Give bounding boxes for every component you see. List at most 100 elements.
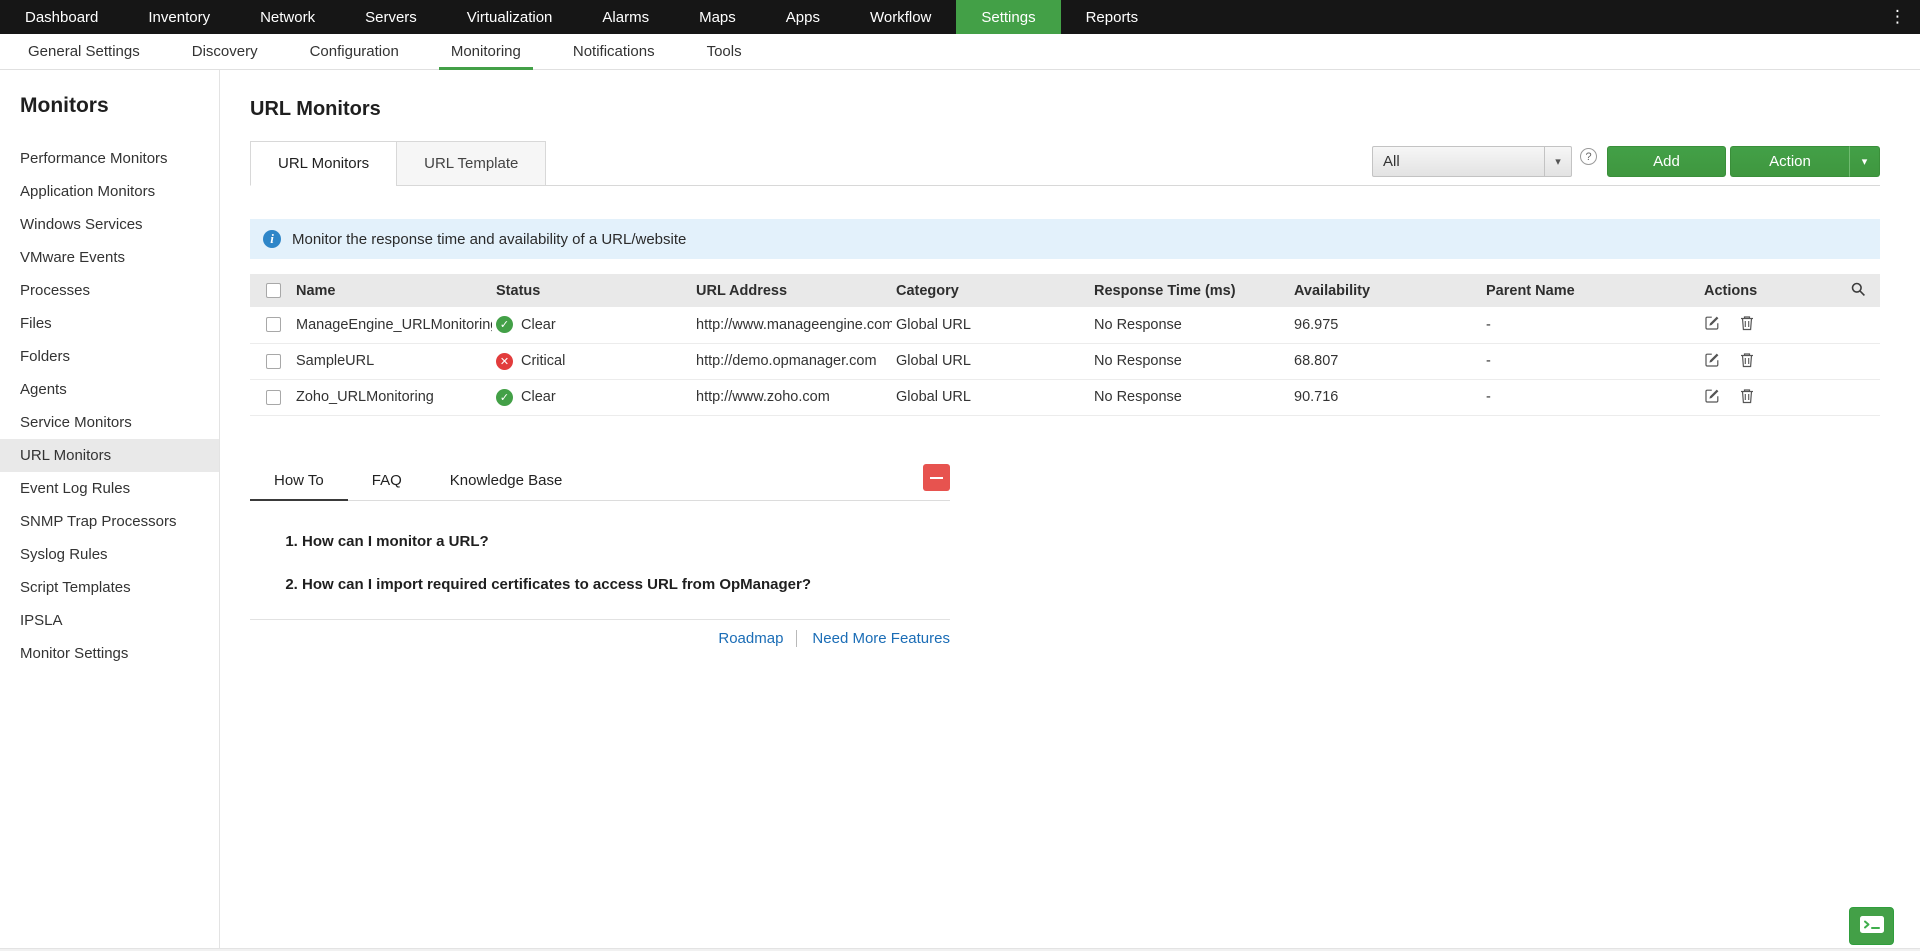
footer-link[interactable]: Need More Features [796,630,950,647]
sidebar-items: Performance Monitors Application Monitor… [0,142,219,670]
action-button-group: Action ▾ [1730,146,1880,177]
sidebar-title: Monitors [0,94,219,118]
sub-nav-item[interactable]: Configuration [284,34,425,69]
info-banner: i Monitor the response time and availabi… [250,219,1880,259]
status-cell: Clear [492,379,692,415]
sidebar-item[interactable]: VMware Events [0,241,219,274]
help-tab[interactable]: How To [250,462,348,501]
col-header-status[interactable]: Status [492,274,692,307]
monitor-name[interactable]: ManageEngine_URLMonitoring [292,307,492,343]
col-header-category[interactable]: Category [892,274,1090,307]
table-row[interactable]: Zoho_URLMonitoring Clear http://www.zoho… [250,379,1880,415]
delete-icon[interactable] [1740,352,1754,371]
collapse-button[interactable] [923,464,950,491]
delete-icon[interactable] [1740,388,1754,407]
header-checkbox-cell [250,274,292,307]
chevron-down-icon[interactable]: ▾ [1544,147,1571,176]
sidebar-item[interactable]: Performance Monitors [0,142,219,175]
top-nav-item[interactable]: Reports [1061,0,1164,34]
sidebar-item[interactable]: URL Monitors [0,439,219,472]
col-header-actions: Actions [1700,274,1830,307]
status-label: Clear [521,317,556,333]
col-header-availability[interactable]: Availability [1290,274,1482,307]
sidebar-item[interactable]: IPSLA [0,604,219,637]
table-body: ManageEngine_URLMonitoring Clear http://… [250,307,1880,415]
status-cell: Clear [492,307,692,343]
sub-nav-item[interactable]: Monitoring [425,34,547,69]
top-nav-item[interactable]: Maps [674,0,761,34]
sidebar-item[interactable]: Syslog Rules [0,538,219,571]
tab[interactable]: URL Monitors [250,141,397,186]
sidebar-item[interactable]: Monitor Settings [0,637,219,670]
search-icon[interactable] [1850,281,1866,300]
status-cell: Critical [492,343,692,379]
sidebar-item[interactable]: Files [0,307,219,340]
footer-link[interactable]: Roadmap [718,630,783,647]
sidebar-item[interactable]: SNMP Trap Processors [0,505,219,538]
sidebar-item[interactable]: Event Log Rules [0,472,219,505]
sub-nav-item[interactable]: Tools [681,34,768,69]
table-header-row: Name Status URL Address Category Respons… [250,274,1880,307]
url-address: http://demo.opmanager.com [692,343,892,379]
edit-icon[interactable] [1704,352,1720,371]
top-nav-item[interactable]: Servers [340,0,442,34]
sub-nav-item[interactable]: Discovery [166,34,284,69]
tab[interactable]: URL Template [396,141,546,186]
action-dropdown-arrow[interactable]: ▾ [1850,146,1880,177]
top-nav-item[interactable]: Inventory [123,0,235,34]
overflow-menu-icon[interactable]: ⋮ [1889,0,1908,34]
col-header-parent-name[interactable]: Parent Name [1482,274,1700,307]
top-nav-item[interactable]: Alarms [577,0,674,34]
add-button[interactable]: Add [1607,146,1726,177]
row-checkbox[interactable] [266,354,281,369]
availability: 96.975 [1290,307,1482,343]
sidebar-item[interactable]: Script Templates [0,571,219,604]
col-header-response-time[interactable]: Response Time (ms) [1090,274,1290,307]
footer-links: Roadmap Need More Features [250,620,950,647]
col-header-name[interactable]: Name [292,274,492,307]
support-chat-button[interactable] [1849,907,1894,945]
sidebar-item[interactable]: Windows Services [0,208,219,241]
top-nav-item[interactable]: Virtualization [442,0,578,34]
howto-question[interactable]: How can I import required certificates t… [302,576,950,593]
row-checkbox-cell [250,307,292,343]
sidebar-item[interactable]: Folders [0,340,219,373]
top-nav-item[interactable]: Settings [956,0,1060,34]
top-nav-item[interactable]: Dashboard [0,0,123,34]
sub-nav-item[interactable]: General Settings [2,34,166,69]
url-address: http://www.zoho.com [692,379,892,415]
filter-dropdown[interactable]: All ▾ [1372,146,1572,177]
action-button[interactable]: Action [1730,146,1850,177]
sidebar-item[interactable]: Service Monitors [0,406,219,439]
row-checkbox[interactable] [266,390,281,405]
sidebar-item[interactable]: Processes [0,274,219,307]
sidebar-item[interactable]: Application Monitors [0,175,219,208]
howto-question[interactable]: How can I monitor a URL? [302,533,950,550]
table-row[interactable]: SampleURL Critical http://demo.opmanager… [250,343,1880,379]
toolbar: All ▾ ? Add Action ▾ [1372,146,1880,177]
top-nav-item[interactable]: Network [235,0,340,34]
availability: 68.807 [1290,343,1482,379]
delete-icon[interactable] [1740,315,1754,334]
row-checkbox[interactable] [266,317,281,332]
col-header-url-address[interactable]: URL Address [692,274,892,307]
select-all-checkbox[interactable] [266,283,281,298]
top-nav-item[interactable]: Apps [761,0,845,34]
monitor-name[interactable]: SampleURL [292,343,492,379]
actions-cell [1700,379,1830,415]
url-monitors-table: Name Status URL Address Category Respons… [250,274,1880,416]
status-label: Clear [521,389,556,405]
help-tab[interactable]: Knowledge Base [426,462,587,501]
help-icon[interactable]: ? [1580,148,1597,165]
monitor-name[interactable]: Zoho_URLMonitoring [292,379,492,415]
edit-icon[interactable] [1704,315,1720,334]
tabs: URL Monitors URL Template [250,141,545,185]
top-nav-item[interactable]: Workflow [845,0,956,34]
sidebar-item[interactable]: Agents [0,373,219,406]
table-row[interactable]: ManageEngine_URLMonitoring Clear http://… [250,307,1880,343]
response-time: No Response [1090,307,1290,343]
sub-nav-item[interactable]: Notifications [547,34,681,69]
edit-icon[interactable] [1704,388,1720,407]
row-checkbox-cell [250,343,292,379]
help-tab[interactable]: FAQ [348,462,426,501]
